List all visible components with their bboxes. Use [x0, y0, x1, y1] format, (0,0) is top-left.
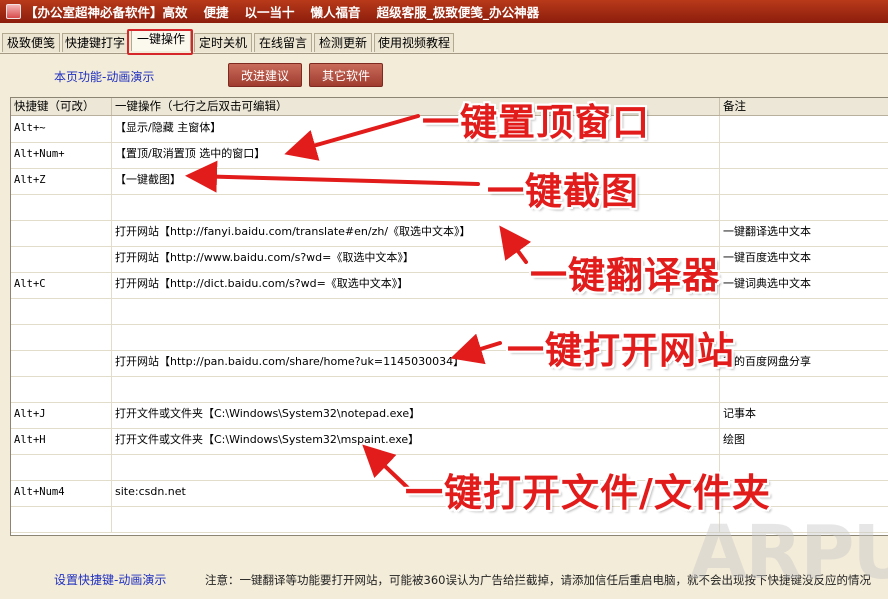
tab-check-update[interactable]: 检测更新: [314, 33, 372, 52]
annotation-open-file: 一键打开文件/文件夹: [405, 471, 771, 515]
improve-suggestion-button[interactable]: 改进建议: [228, 63, 302, 87]
table-row[interactable]: [11, 324, 888, 351]
tab-timed-shutdown[interactable]: 定时关机: [194, 33, 252, 52]
table-row[interactable]: Alt+H 打开文件或文件夹【C:\Windows\System32\mspain…: [11, 428, 888, 455]
note-cell[interactable]: 绘图: [720, 428, 888, 454]
note-cell[interactable]: [720, 168, 888, 194]
hotkey-cell[interactable]: [11, 454, 112, 480]
tab-hotkey-typing[interactable]: 快捷键打字: [62, 33, 128, 52]
tab-video-tutorial[interactable]: 使用视频教程: [374, 33, 454, 52]
note-cell[interactable]: 一键翻译选中文本: [720, 220, 888, 246]
note-cell[interactable]: [720, 324, 888, 350]
hotkey-cell[interactable]: [11, 298, 112, 324]
tab-online-message[interactable]: 在线留言: [254, 33, 312, 52]
title-segment: 以一当十: [244, 5, 295, 20]
annotation-screenshot: 一键截图: [487, 170, 639, 213]
note-cell[interactable]: [720, 298, 888, 324]
title-segment: 超级客服_极致便笺_办公神器: [376, 5, 540, 20]
note-cell[interactable]: [720, 376, 888, 402]
table-row[interactable]: [11, 376, 888, 403]
table-row[interactable]: Alt+J 打开文件或文件夹【C:\Windows\System32\notepa…: [11, 402, 888, 429]
tab-sticky-notes[interactable]: 极致便笺: [2, 33, 60, 52]
hotkey-cell[interactable]: Alt+J: [11, 402, 112, 428]
note-cell[interactable]: 一键百度选中文本: [720, 246, 888, 272]
note-cell[interactable]: [720, 116, 888, 142]
hotkey-cell[interactable]: [11, 324, 112, 350]
table-row[interactable]: 打开网站【http://fanyi.baidu.com/translate#en…: [11, 220, 888, 247]
action-cell[interactable]: [112, 376, 720, 402]
hotkey-cell[interactable]: Alt+Num+: [11, 142, 112, 168]
hotkey-cell[interactable]: [11, 220, 112, 246]
header-note[interactable]: 备注: [720, 98, 888, 115]
note-cell[interactable]: [720, 194, 888, 220]
table-row[interactable]: [11, 194, 888, 221]
tab-one-key-ops[interactable]: 一键操作: [131, 29, 191, 51]
annotation-open-website: 一键打开网站: [507, 329, 735, 372]
action-cell[interactable]: 打开网站【http://fanyi.baidu.com/translate#en…: [112, 220, 720, 246]
hotkey-cell[interactable]: [11, 350, 112, 376]
hotkey-cell[interactable]: Alt+H: [11, 428, 112, 454]
page-function-demo-link[interactable]: 本页功能-动画演示: [54, 68, 154, 85]
hotkey-cell[interactable]: Alt+Z: [11, 168, 112, 194]
header-hotkey[interactable]: 快捷键（可改）: [11, 98, 112, 115]
table-row[interactable]: Alt+Num+ 【置顶/取消置顶 选中的窗口】: [11, 142, 888, 169]
table-row[interactable]: 打开网站【http://pan.baidu.com/share/home?uk=…: [11, 350, 888, 377]
title-segment: 便捷: [203, 5, 229, 20]
set-hotkey-demo-link[interactable]: 设置快捷键-动画演示: [54, 571, 166, 588]
note-cell[interactable]: [720, 142, 888, 168]
hotkey-cell[interactable]: [11, 506, 112, 532]
hotkey-cell[interactable]: [11, 246, 112, 272]
hotkey-cell[interactable]: [11, 376, 112, 402]
title-segment: 懒人福音: [310, 5, 361, 20]
hotkey-cell[interactable]: Alt+~: [11, 116, 112, 142]
hotkey-cell[interactable]: Alt+Num4: [11, 480, 112, 506]
title-bar: 【办公室超神必备软件】高效 便捷 以一当十 懒人福音 超级客服_极致便笺_办公神…: [0, 0, 888, 23]
hotkey-cell[interactable]: [11, 194, 112, 220]
note-cell[interactable]: 记事本: [720, 402, 888, 428]
title-segment: 【办公室超神必备软件】高效: [25, 5, 188, 20]
app-icon: [6, 4, 21, 19]
other-software-button[interactable]: 其它软件: [309, 63, 383, 87]
note-cell[interactable]: 我的百度网盘分享: [720, 350, 888, 376]
hotkey-cell[interactable]: Alt+C: [11, 272, 112, 298]
action-cell[interactable]: 打开文件或文件夹【C:\Windows\System32\notepad.exe…: [112, 402, 720, 428]
action-cell[interactable]: 打开文件或文件夹【C:\Windows\System32\mspaint.exe…: [112, 428, 720, 454]
table-row[interactable]: Alt+Z 【一键截图】: [11, 168, 888, 195]
table-row[interactable]: 打开网站【http://www.baidu.com/s?wd=《取选中文本》】一…: [11, 246, 888, 273]
table-row[interactable]: [11, 298, 888, 325]
table-row[interactable]: Alt+C 打开网站【http://dict.baidu.com/s?wd=《取选…: [11, 272, 888, 299]
annotation-topmost-window: 一键置顶窗口: [422, 101, 650, 144]
tab-bar: 极致便笺 快捷键打字 一键操作 定时关机 在线留言 检测更新 使用视频教程: [0, 29, 888, 54]
annotation-translator: 一键翻译器: [530, 254, 720, 297]
watermark: ARPUN: [690, 510, 888, 596]
note-cell[interactable]: 一键词典选中文本: [720, 272, 888, 298]
